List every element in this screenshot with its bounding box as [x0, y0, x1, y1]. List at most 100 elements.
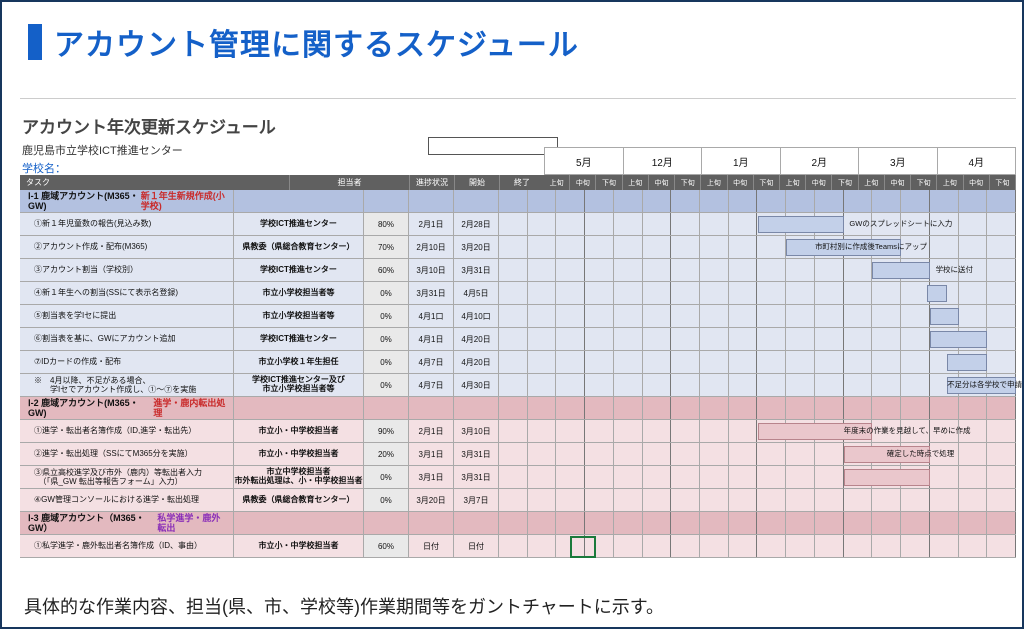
progress-cell: 70% — [364, 236, 409, 258]
gantt-area — [499, 466, 1016, 488]
end-cell: 3月10日 — [454, 420, 499, 442]
active-cell-indicator[interactable] — [570, 536, 596, 558]
end-cell: 4月20日 — [454, 328, 499, 350]
start-cell: 3月1日 — [409, 443, 454, 465]
task-name: ④新１年生への割当(SSにて表示名登録) — [20, 282, 234, 304]
end-cell — [454, 397, 499, 419]
progress-cell — [364, 397, 409, 419]
start-cell: 3月1日 — [409, 466, 454, 488]
task-name: Ⅰ-2 鹿域アカウント(M365・GW) 進学・鹿内転出処理 — [20, 397, 234, 419]
end-cell: 3月31日 — [454, 259, 499, 281]
start-cell: 2月1日 — [409, 213, 454, 235]
progress-cell: 90% — [364, 420, 409, 442]
start-cell — [409, 190, 454, 212]
end-cell: 3月7日 — [454, 489, 499, 511]
task-name: ①進学・転出者名簿作成（ID,進学・転出先） — [20, 420, 234, 442]
task-row: ④新１年生への割当(SSにて表示名登録)市立小学校担当者等0%3月31日4月5日 — [20, 282, 1016, 305]
gantt-bar[interactable] — [872, 262, 929, 279]
col-task: タスク — [20, 175, 289, 190]
timeline-header: 5月12月1月2月3月4月 上旬中旬下旬上旬中旬下旬上旬中旬下旬上旬中旬下旬上旬… — [544, 147, 1016, 190]
gantt-area: GWのスプレッドシートに入力 — [499, 213, 1016, 235]
end-cell: 4月20日 — [454, 351, 499, 373]
task-row: ③アカウント割当（学校別）学校ICT推進センター60%3月10日3月31日学校に… — [20, 259, 1016, 282]
progress-cell: 0% — [364, 328, 409, 350]
task-name: Ⅰ-1 鹿域アカウント(M365・GW) 新１年生新規作成(小学校) — [20, 190, 234, 212]
slide: アカウント管理に関するスケジュール アカウント年次更新スケジュール 鹿児島市立学… — [0, 0, 1024, 629]
gantt-area — [499, 512, 1016, 534]
start-cell: 4月7日 — [409, 374, 454, 396]
gantt-bar[interactable] — [758, 216, 844, 233]
category-row: Ⅰ-2 鹿域アカウント(M365・GW) 進学・鹿内転出処理 — [20, 397, 1016, 420]
end-cell: 4月30日 — [454, 374, 499, 396]
gantt-bar[interactable] — [844, 469, 930, 486]
gantt-area — [499, 397, 1016, 419]
month-cell: 5月 — [545, 148, 624, 174]
progress-cell: 60% — [364, 535, 409, 557]
gantt-bar[interactable] — [927, 285, 947, 302]
jk-cell: 中旬 — [728, 175, 754, 190]
gantt-annotation: 不足分は各学校で申請 — [947, 379, 1022, 390]
gantt-annotation: 学校に送付 — [936, 264, 974, 275]
jk-cell: 上旬 — [780, 175, 806, 190]
gantt-annotation: GWのスプレッドシートに入力 — [849, 218, 952, 229]
jk-cell: 下旬 — [596, 175, 622, 190]
jk-cell: 下旬 — [832, 175, 858, 190]
task-row: ⑤割当表を学Iセに提出市立小学校担当者等0%4月1口4月10口 — [20, 305, 1016, 328]
start-cell: 3月20日 — [409, 489, 454, 511]
task-name: ②アカウント作成・配布(M365) — [20, 236, 234, 258]
col-pic: 担当者 — [289, 175, 409, 190]
task-name: Ⅰ-3 鹿域アカウント（M365・GW） 私学進学・鹿外転出 — [20, 512, 234, 534]
jk-cell: 上旬 — [701, 175, 727, 190]
jk-cell: 上旬 — [623, 175, 649, 190]
progress-cell — [364, 190, 409, 212]
start-cell: 4月7日 — [409, 351, 454, 373]
gantt-area: 学校に送付 — [499, 259, 1016, 281]
start-cell: 4月1日 — [409, 328, 454, 350]
gantt-annotation: 年度末の作業を見越して、早めに作成 — [844, 425, 971, 436]
start-cell: 4月1口 — [409, 305, 454, 327]
col-end: 終了 — [499, 175, 544, 190]
month-row: 5月12月1月2月3月4月 — [544, 147, 1016, 175]
screenshot-area: アカウント年次更新スケジュール 鹿児島市立学校ICT推進センター 学校名： M3… — [20, 98, 1016, 585]
start-cell: 2月1日 — [409, 420, 454, 442]
progress-cell: 0% — [364, 305, 409, 327]
pic-cell: 学校ICT推進センター及び 市立小学校担当者等 — [234, 374, 364, 396]
progress-cell: 60% — [364, 259, 409, 281]
start-cell: 2月10日 — [409, 236, 454, 258]
pic-cell: 市立小・中学校担当者 — [234, 535, 364, 557]
gantt-area — [499, 328, 1016, 350]
left-header: タスク 担当者 進捗状況 開始 終了 — [20, 175, 544, 190]
month-cell: 3月 — [859, 148, 938, 174]
pic-cell: 市立小学校１年生担任 — [234, 351, 364, 373]
task-name: ①新１年児童数の報告(見込み数) — [20, 213, 234, 235]
jk-cell: 中旬 — [806, 175, 832, 190]
task-name: ③県立高校進学及び市外（鹿内）等転出者入力 （「県_GW 転出等報告フォーム」入… — [20, 466, 234, 488]
jk-cell: 下旬 — [754, 175, 780, 190]
gantt-bar[interactable] — [930, 308, 959, 325]
jk-cell: 中旬 — [964, 175, 990, 190]
jk-cell: 上旬 — [859, 175, 885, 190]
progress-cell — [364, 512, 409, 534]
gantt-bar[interactable] — [930, 331, 987, 348]
progress-cell: 0% — [364, 374, 409, 396]
pic-cell: 学校ICT推進センター — [234, 213, 364, 235]
task-row: ④GW管理コンソールにおける進学・転出処理県教委（県総合教育センター）0%3月2… — [20, 489, 1016, 512]
end-cell: 日付 — [454, 535, 499, 557]
pic-cell: 市立小・中学校担当者 — [234, 420, 364, 442]
month-cell: 4月 — [938, 148, 1017, 174]
pic-cell: 県教委（県総合教育センター） — [234, 489, 364, 511]
gantt-area — [499, 305, 1016, 327]
end-cell: 3月31日 — [454, 443, 499, 465]
gantt-area — [499, 489, 1016, 511]
col-start: 開始 — [454, 175, 499, 190]
gantt-bar[interactable] — [947, 354, 987, 371]
gantt-annotation: 確定した時点で処理 — [887, 448, 955, 459]
start-cell: 3月31日 — [409, 282, 454, 304]
end-cell — [454, 512, 499, 534]
gantt-area — [499, 190, 1016, 212]
school-input[interactable] — [428, 137, 558, 155]
footer-note: 具体的な作業内容、担当(県、市、学校等)作業期間等をガントチャートに示す。 — [24, 593, 664, 619]
slide-title-row: アカウント管理に関するスケジュール — [2, 2, 1022, 76]
pic-cell: 学校ICT推進センター — [234, 259, 364, 281]
pic-cell — [234, 512, 364, 534]
